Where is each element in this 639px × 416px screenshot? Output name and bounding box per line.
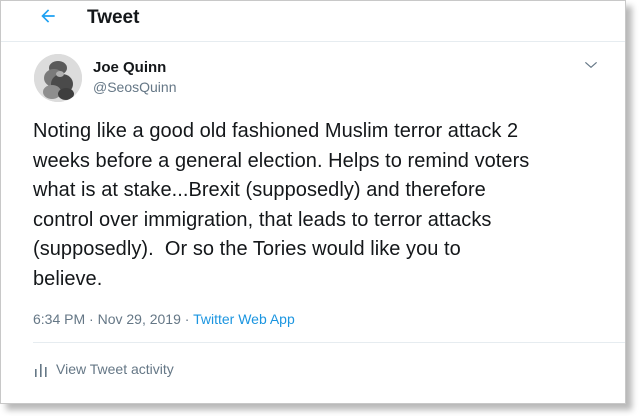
profile-photo-icon — [34, 54, 82, 102]
back-button[interactable] — [35, 3, 61, 29]
avatar[interactable] — [34, 54, 82, 102]
tweet-timestamp[interactable]: 6:34 PM · Nov 29, 2019 — [33, 311, 181, 327]
tweet-text: Noting like a good old fashioned Muslim … — [33, 120, 530, 290]
author-handle[interactable]: @SeosQuinn — [93, 79, 176, 96]
page-title: Tweet — [87, 7, 140, 28]
tweet-metadata: 6:34 PM · Nov 29, 2019 · Twitter Web App — [33, 311, 295, 328]
view-tweet-activity-link[interactable]: View Tweet activity — [34, 361, 174, 378]
chevron-down-icon — [585, 62, 597, 68]
tweet-source-link[interactable]: Twitter Web App — [193, 311, 295, 327]
activity-label: View Tweet activity — [56, 361, 174, 377]
divider — [33, 342, 625, 343]
tweet-window: Tweet Joe Quinn @SeosQuinn Noting like a… — [0, 0, 626, 404]
more-options-button[interactable] — [581, 55, 601, 75]
author-name[interactable]: Joe Quinn — [93, 59, 166, 77]
bar-chart-icon — [35, 363, 47, 377]
arrow-left-icon — [41, 9, 55, 23]
meta-separator: · — [180, 311, 194, 327]
page-header: Tweet — [1, 1, 625, 42]
